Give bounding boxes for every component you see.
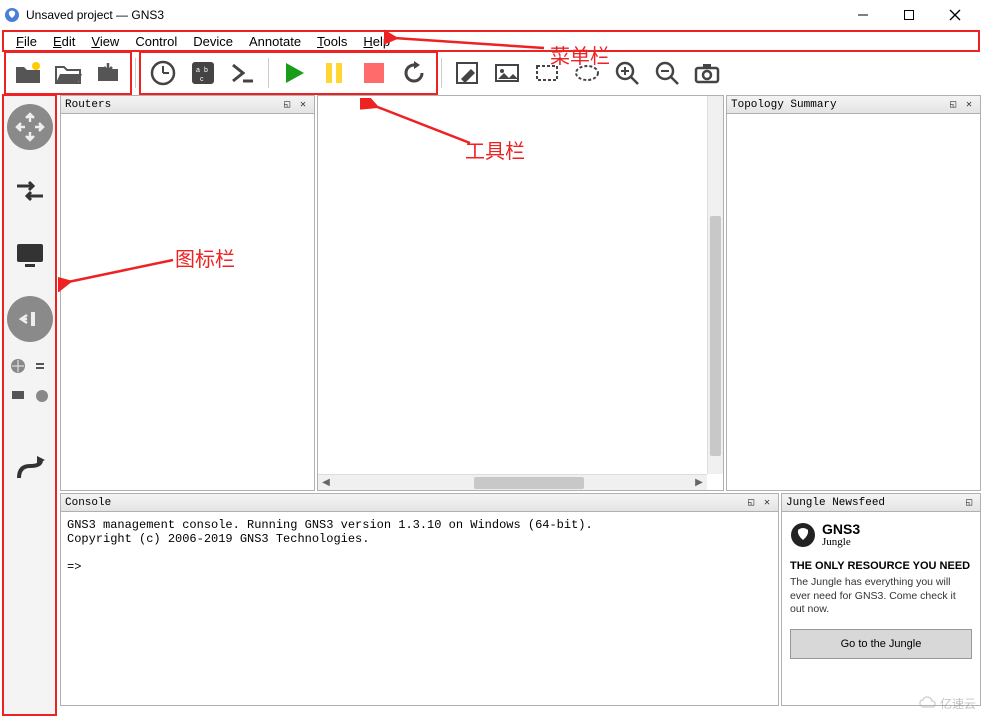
bottom-row: Console ◱ ✕ GNS3 management console. Run… bbox=[59, 492, 982, 707]
newsfeed-brand: GNS3 bbox=[822, 522, 860, 536]
workspace-canvas: ◀▶ bbox=[317, 95, 724, 491]
insert-image-button[interactable] bbox=[489, 55, 525, 91]
security-small-button[interactable] bbox=[32, 386, 52, 406]
undock-icon[interactable]: ◱ bbox=[946, 98, 960, 112]
end-devices-category-button[interactable] bbox=[7, 232, 53, 278]
titlebar: Unsaved project — GNS3 bbox=[0, 0, 982, 30]
toolbar-annotate-group bbox=[445, 53, 729, 93]
toolbar: abc bbox=[0, 52, 982, 94]
maximize-button[interactable] bbox=[886, 0, 932, 30]
topology-panel-body[interactable] bbox=[727, 114, 980, 490]
undock-icon[interactable]: ◱ bbox=[280, 98, 294, 112]
watermark: 亿速云 bbox=[918, 694, 976, 712]
close-icon[interactable]: ✕ bbox=[962, 98, 976, 112]
routers-panel-body[interactable] bbox=[61, 114, 314, 490]
console-panel-header[interactable]: Console ◱ ✕ bbox=[61, 494, 778, 512]
routers-panel-title: Routers bbox=[65, 99, 278, 111]
add-link-button[interactable] bbox=[7, 446, 53, 492]
undock-icon[interactable]: ◱ bbox=[962, 496, 976, 510]
security-devices-category-button[interactable] bbox=[7, 296, 53, 342]
app-icon bbox=[4, 7, 20, 23]
console-panel-title: Console bbox=[65, 497, 742, 509]
switches-category-button[interactable] bbox=[7, 168, 53, 214]
close-icon[interactable]: ✕ bbox=[760, 496, 774, 510]
draw-rectangle-button[interactable] bbox=[529, 55, 565, 91]
all-devices-small-button[interactable] bbox=[8, 356, 28, 376]
new-project-button[interactable] bbox=[10, 55, 46, 91]
topology-panel: Topology Summary ◱ ✕ bbox=[726, 95, 981, 491]
canvas-body[interactable]: ◀▶ bbox=[318, 96, 723, 490]
window-title: Unsaved project — GNS3 bbox=[26, 8, 840, 22]
device-toolbar bbox=[2, 94, 57, 716]
small-device-row-2 bbox=[8, 386, 52, 406]
zoom-in-button[interactable] bbox=[609, 55, 645, 91]
svg-text:a: a bbox=[196, 67, 200, 74]
routers-panel-header[interactable]: Routers ◱ ✕ bbox=[61, 96, 314, 114]
toolbar-run-group: abc bbox=[139, 51, 438, 95]
scrollbar-thumb[interactable] bbox=[710, 216, 721, 456]
host-small-button[interactable] bbox=[8, 386, 28, 406]
vertical-scrollbar[interactable] bbox=[707, 96, 723, 474]
console-panel: Console ◱ ✕ GNS3 management console. Run… bbox=[60, 493, 779, 706]
topology-panel-title: Topology Summary bbox=[731, 99, 944, 111]
toolbar-separator bbox=[441, 58, 442, 88]
routers-panel: Routers ◱ ✕ bbox=[60, 95, 315, 491]
menu-help[interactable]: Help bbox=[355, 32, 398, 51]
newsfeed-logo: GNS3 Jungle bbox=[790, 522, 972, 548]
play-button[interactable] bbox=[276, 55, 312, 91]
draw-ellipse-button[interactable] bbox=[569, 55, 605, 91]
menu-edit[interactable]: Edit bbox=[45, 32, 83, 51]
scroll-right-icon[interactable]: ▶ bbox=[691, 477, 707, 488]
newsfeed-description: The Jungle has everything you will ever … bbox=[790, 576, 972, 617]
routers-category-button[interactable] bbox=[7, 104, 53, 150]
gns3-logo-icon bbox=[790, 522, 816, 548]
newsfeed-headline: THE ONLY RESOURCE YOU NEED bbox=[790, 560, 972, 572]
small-device-row-1 bbox=[8, 356, 52, 376]
minimize-button[interactable] bbox=[840, 0, 886, 30]
screenshot-button[interactable] bbox=[689, 55, 725, 91]
menu-control[interactable]: Control bbox=[127, 32, 185, 51]
menu-device[interactable]: Device bbox=[185, 32, 241, 51]
console-button[interactable] bbox=[225, 55, 261, 91]
switch-small-button[interactable] bbox=[32, 356, 52, 376]
menubar: File Edit View Control Device Annotate T… bbox=[2, 30, 980, 52]
toolbar-separator bbox=[135, 58, 136, 88]
close-icon[interactable]: ✕ bbox=[296, 98, 310, 112]
clock-button[interactable] bbox=[145, 55, 181, 91]
newsfeed-cta-button[interactable]: Go to the Jungle bbox=[790, 629, 972, 659]
toolbar-separator bbox=[268, 58, 269, 88]
add-note-button[interactable] bbox=[449, 55, 485, 91]
window-controls bbox=[840, 0, 978, 30]
toolbar-file-group bbox=[4, 51, 132, 95]
svg-text:c: c bbox=[200, 76, 204, 83]
horizontal-scrollbar[interactable]: ◀▶ bbox=[318, 474, 707, 490]
scroll-left-icon[interactable]: ◀ bbox=[318, 477, 334, 488]
svg-text:b: b bbox=[204, 67, 208, 74]
zoom-out-button[interactable] bbox=[649, 55, 685, 91]
scrollbar-thumb[interactable] bbox=[474, 477, 584, 489]
newsfeed-panel-header[interactable]: Jungle Newsfeed ◱ bbox=[782, 494, 980, 512]
top-row: Routers ◱ ✕ ◀▶ Topology Summary ◱ ✕ bbox=[59, 94, 982, 492]
save-project-button[interactable] bbox=[90, 55, 126, 91]
pause-button[interactable] bbox=[316, 55, 352, 91]
device-config-button[interactable]: abc bbox=[185, 55, 221, 91]
menu-annotate[interactable]: Annotate bbox=[241, 32, 309, 51]
newsfeed-brand-sub: Jungle bbox=[822, 536, 860, 548]
menu-view[interactable]: View bbox=[83, 32, 127, 51]
menu-file[interactable]: File bbox=[8, 32, 45, 51]
close-button[interactable] bbox=[932, 0, 978, 30]
menu-tools[interactable]: Tools bbox=[309, 32, 355, 51]
console-output[interactable]: GNS3 management console. Running GNS3 ve… bbox=[61, 512, 778, 705]
reload-button[interactable] bbox=[396, 55, 432, 91]
undock-icon[interactable]: ◱ bbox=[744, 496, 758, 510]
newsfeed-panel-title: Jungle Newsfeed bbox=[786, 497, 960, 509]
topology-panel-header[interactable]: Topology Summary ◱ ✕ bbox=[727, 96, 980, 114]
center-column: Routers ◱ ✕ ◀▶ Topology Summary ◱ ✕ bbox=[59, 94, 982, 718]
newsfeed-body: GNS3 Jungle THE ONLY RESOURCE YOU NEED T… bbox=[782, 512, 980, 705]
open-project-button[interactable] bbox=[50, 55, 86, 91]
stop-button[interactable] bbox=[356, 55, 392, 91]
newsfeed-panel: Jungle Newsfeed ◱ GNS3 Jungle THE ONLY R… bbox=[781, 493, 981, 706]
main-area: Routers ◱ ✕ ◀▶ Topology Summary ◱ ✕ bbox=[0, 94, 982, 718]
